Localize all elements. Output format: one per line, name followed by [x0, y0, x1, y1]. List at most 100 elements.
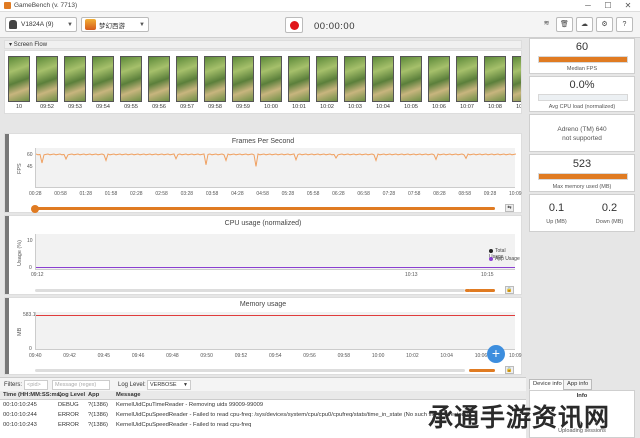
screen-frame-thumbnail[interactable] [176, 56, 198, 102]
screen-frame-thumbnail[interactable] [372, 56, 394, 102]
memory-series-line [36, 315, 515, 316]
screen-frame-thumbnail[interactable] [232, 56, 254, 102]
settings-icon[interactable]: ⚙ [596, 17, 613, 32]
wifi-icon[interactable]: ≋ [538, 17, 555, 32]
cpu-scroll-thumb[interactable] [469, 289, 495, 292]
screen-flow-header[interactable]: ▾ Screen Flow [4, 40, 522, 49]
record-button[interactable] [285, 17, 303, 33]
help-icon[interactable]: ? [616, 17, 633, 32]
collapse-icon[interactable]: ▾ [9, 42, 12, 48]
screen-flow-title: Screen Flow [13, 42, 48, 48]
screen-frame-thumbnail[interactable] [288, 56, 310, 102]
screen-frame-time: 10 [15, 104, 23, 110]
fps-x-tick: 06:28 [332, 191, 345, 197]
minimize-button[interactable]: ─ [578, 0, 598, 12]
memory-y-tick: 583.1 [23, 312, 36, 318]
screen-frame-thumbnail[interactable] [120, 56, 142, 102]
col-app[interactable]: App [88, 392, 99, 398]
log-time: 00:10:10:245 [3, 402, 37, 408]
memory-x-tick: 09:56 [303, 353, 316, 359]
screen-frame-time: 10:07 [460, 104, 474, 110]
fps-scroll-thumb[interactable] [31, 205, 39, 213]
screen-frame-time: 09:59 [236, 104, 250, 110]
lock-icon[interactable]: 🔒 [505, 366, 514, 374]
app-icon [85, 19, 96, 30]
add-icon[interactable]: + [487, 345, 505, 363]
memory-scrollbar[interactable] [35, 369, 465, 372]
screen-frame-thumbnail[interactable] [400, 56, 422, 102]
memory-chart-title: Memory usage [239, 301, 287, 308]
fps-label: Median FPS [566, 66, 598, 72]
lock-icon[interactable]: 🔒 [505, 286, 514, 294]
screen-frame-thumbnail[interactable] [428, 56, 450, 102]
fps-x-tick: 07:28 [382, 191, 396, 197]
fps-x-tick: 05:58 [306, 191, 320, 197]
message-filter-input[interactable]: Message (regex) [52, 380, 110, 390]
memory-x-tick: 09:42 [63, 353, 76, 359]
fps-y-tick: 60 [27, 152, 33, 158]
chart-side-handle [5, 134, 9, 212]
log-time: 00:10:10:243 [3, 422, 37, 428]
screen-frame-thumbnail[interactable] [36, 56, 58, 102]
col-level[interactable]: Log Level [58, 392, 85, 398]
fps-x-tick: 04:58 [256, 191, 269, 197]
log-time: 00:10:10:244 [3, 412, 37, 418]
screen-frame-thumbnail[interactable] [204, 56, 226, 102]
log-level-label: Log Level: [118, 382, 146, 388]
screen-frame-time: 09:57 [180, 104, 194, 110]
fps-x-tick: 01:58 [104, 191, 118, 197]
screen-frame-thumbnail[interactable] [316, 56, 338, 102]
cpu-y-tick: 10 [27, 238, 33, 244]
cpu-y-tick: 0 [29, 265, 32, 271]
memory-x-tick: 09:50 [200, 353, 213, 359]
screen-frame-thumbnail[interactable] [92, 56, 114, 102]
gpu-name: Adreno (TM) 640 [557, 126, 607, 133]
fps-x-tick: 07:58 [407, 191, 421, 197]
memory-x-tick: 10:09 [509, 353, 522, 359]
trash-icon[interactable]: 🗑 [556, 17, 573, 32]
fps-x-tick: 02:58 [155, 191, 168, 197]
screen-frame-time: 10:06 [432, 104, 446, 110]
cpu-scrollbar[interactable] [35, 289, 493, 292]
log-level-select[interactable]: VERBOSE ▼ [147, 380, 191, 390]
fps-x-tick: 02:28 [130, 191, 143, 197]
screen-frame-thumbnail[interactable] [512, 56, 521, 102]
screen-frame-thumbnail[interactable] [260, 56, 282, 102]
download-label: Down (MB) [595, 219, 624, 225]
network-stat-card: 0.1 Up (MB) 0.2 Down (MB) [529, 194, 635, 232]
memory-scroll-thumb[interactable] [469, 369, 495, 372]
tab-app-info[interactable]: App info [563, 379, 593, 390]
fps-scrollbar[interactable] [35, 207, 495, 210]
memory-x-tick: 09:46 [131, 353, 145, 359]
maximize-button[interactable]: ☐ [598, 0, 618, 12]
cpu-y-label: Usage (%) [17, 240, 23, 266]
app-name: 梦幻西游 [99, 22, 125, 30]
screen-frame-thumbnail[interactable] [456, 56, 478, 102]
app-selector[interactable]: 梦幻西游 ▼ [81, 17, 149, 32]
device-selector[interactable]: V1824A (9) ▼ [5, 17, 77, 32]
pid-filter-input[interactable]: <pid> [24, 380, 48, 390]
screen-frame-time: 10:02 [320, 104, 334, 110]
screen-flow-strip[interactable]: 10 09:52 09:53 09:54 09:55 09:56 09:57 09:58 09:… [4, 50, 522, 114]
log-app: ?(1386) [88, 412, 108, 418]
col-message[interactable]: Message [116, 392, 141, 398]
memory-x-tick: 09:58 [337, 353, 351, 359]
col-time[interactable]: Time (HH:MM:SS:ms) [3, 392, 62, 398]
close-button[interactable]: ✕ [618, 0, 638, 12]
screen-frame-time: 10:09 [516, 104, 522, 110]
screen-frame-thumbnail[interactable] [344, 56, 366, 102]
chart-side-handle [5, 216, 9, 294]
cloud-upload-icon[interactable]: ☁ [576, 17, 593, 32]
fps-series-line [35, 153, 517, 167]
tab-device-info[interactable]: Device info [529, 379, 566, 390]
legend-app: App Usage [489, 256, 520, 262]
screen-frame-thumbnail[interactable] [148, 56, 170, 102]
filters-label: Filters: [4, 382, 22, 388]
screen-frame-thumbnail[interactable] [484, 56, 506, 102]
screen-frame-thumbnail[interactable] [8, 56, 30, 102]
screen-frame-thumbnail[interactable] [64, 56, 86, 102]
memory-label: Max memory used (MB) [552, 184, 612, 190]
memory-plot-area [35, 312, 515, 350]
memory-x-tick: 09:45 [97, 353, 111, 359]
lock-icon[interactable]: ⇆ [505, 204, 514, 212]
